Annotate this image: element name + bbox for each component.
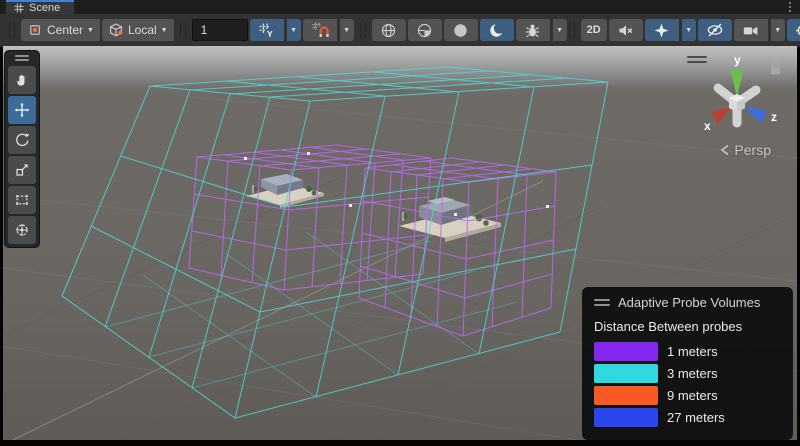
tool-hand[interactable] (8, 66, 36, 94)
legend-title: Adaptive Probe Volumes (618, 295, 760, 310)
scene-effects-toggle[interactable] (645, 19, 679, 41)
x-axis-cone[interactable] (711, 107, 731, 124)
pivot-icon (27, 22, 43, 38)
audio-toggle[interactable] (609, 19, 643, 41)
grid-snap-icon: Y (258, 22, 275, 39)
draw-mode-button[interactable] (372, 19, 406, 41)
legend-subtitle: Distance Between probes (594, 319, 781, 334)
toolbar-group-grip[interactable] (569, 22, 575, 38)
y-axis-cone[interactable] (731, 70, 744, 97)
tool-rotate[interactable] (8, 126, 36, 154)
2d-view-toggle[interactable]: 2D (581, 19, 607, 41)
toolbar-group-grip[interactable] (360, 22, 366, 38)
tool-scale[interactable] (8, 156, 36, 184)
projection-label: Persp (734, 142, 771, 158)
scene-viewport[interactable]: y x z Persp Adaptive Probe Volumes Dista… (3, 46, 797, 440)
shaded-sphere-icon (380, 22, 397, 39)
tab-title: Scene (29, 2, 60, 14)
scene-grid-icon (14, 3, 24, 13)
debug-filters-dropdown[interactable]: ▼ (553, 19, 567, 41)
tool-move[interactable] (8, 96, 36, 124)
tab-bar: Scene (0, 0, 800, 14)
audio-muted-icon (617, 22, 634, 39)
transform-icon (14, 222, 30, 238)
apv-legend-panel: Adaptive Probe Volumes Distance Between … (582, 287, 793, 440)
legend-row: 27 meters (594, 408, 781, 427)
increment-snap-dropdown[interactable]: ▼ (340, 19, 354, 41)
eye-slash-icon (706, 21, 724, 39)
tab-menu-kebab-icon[interactable] (789, 2, 791, 12)
probe-volume-1m-left (189, 145, 431, 290)
bug-icon (524, 22, 541, 39)
rect-tool-icon (14, 192, 30, 208)
hand-icon (14, 72, 30, 88)
probe-volume-3m-wireframe (62, 67, 608, 418)
orientation-cube-icon (108, 22, 124, 38)
tools-drag-handle[interactable] (15, 55, 29, 61)
gizmos-toggle[interactable] (787, 19, 800, 41)
tool-rect[interactable] (8, 186, 36, 214)
y-axis-label: y (734, 53, 741, 67)
legend-row: 1 meters (594, 342, 781, 361)
skybox-toggle[interactable] (444, 19, 478, 41)
z-axis-cone[interactable] (743, 106, 767, 123)
rotate-icon (14, 132, 30, 148)
svg-text:Y: Y (267, 29, 273, 39)
grid-snapping-dropdown[interactable]: ▼ (287, 19, 301, 41)
scene-toolbar: Center ▼ Local ▼ Y ▼ (0, 14, 800, 47)
x-axis-label: x (704, 119, 711, 133)
legend-row: 9 meters (594, 386, 781, 405)
gizmo-lock[interactable] (769, 61, 782, 75)
scene-camera-dropdown[interactable]: ▼ (771, 19, 785, 41)
tools-overlay (4, 50, 40, 248)
scene-effects-icon (653, 22, 670, 39)
moon-lighting-icon (488, 22, 505, 39)
handle-orientation-dropdown[interactable]: Local ▼ (102, 19, 174, 41)
z-axis-label: z (771, 110, 777, 124)
lock-icon (769, 61, 782, 75)
2d-label: 2D (587, 24, 601, 36)
increment-snap-toggle[interactable] (303, 19, 337, 41)
snap-increment-input[interactable] (192, 19, 248, 41)
move-icon (14, 102, 30, 118)
chevron-left-icon (720, 144, 730, 156)
legend-row: 3 meters (594, 364, 781, 383)
pivot-mode-label: Center (47, 23, 83, 37)
scale-icon (14, 162, 30, 178)
lit-sphere-icon (416, 22, 433, 39)
scene-lighting-toggle[interactable] (408, 19, 442, 41)
legend-drag-handle[interactable] (594, 299, 610, 306)
debug-filters-button[interactable] (516, 19, 550, 41)
magnet-snap-icon (311, 21, 329, 39)
swatch-1m (594, 342, 658, 361)
swatch-3m (594, 364, 658, 383)
swatch-27m (594, 408, 658, 427)
gizmos-navigation-icon (795, 22, 800, 39)
projection-switch[interactable]: Persp (720, 142, 771, 158)
grid-snapping-toggle[interactable]: Y (250, 19, 284, 41)
pivot-mode-dropdown[interactable]: Center ▼ (21, 19, 100, 41)
camera-icon (742, 22, 759, 39)
toolbar-drag-grip[interactable] (9, 22, 15, 38)
tool-transform[interactable] (8, 216, 36, 244)
scene-effects-dropdown[interactable]: ▼ (682, 19, 696, 41)
chevron-down-icon: ▼ (161, 27, 168, 34)
scene-view-lighting-toggle[interactable] (480, 19, 514, 41)
chevron-down-icon: ▼ (87, 27, 94, 34)
scene-visibility-toggle[interactable] (698, 19, 732, 41)
tab-scene[interactable]: Scene (6, 0, 74, 14)
swatch-9m (594, 386, 658, 405)
orientation-label: Local (128, 23, 157, 37)
scene-camera-button[interactable] (734, 19, 768, 41)
probe-volume-1m-right (359, 158, 556, 336)
toolbar-group-grip[interactable] (180, 22, 186, 38)
skybox-circle-icon (452, 22, 469, 39)
